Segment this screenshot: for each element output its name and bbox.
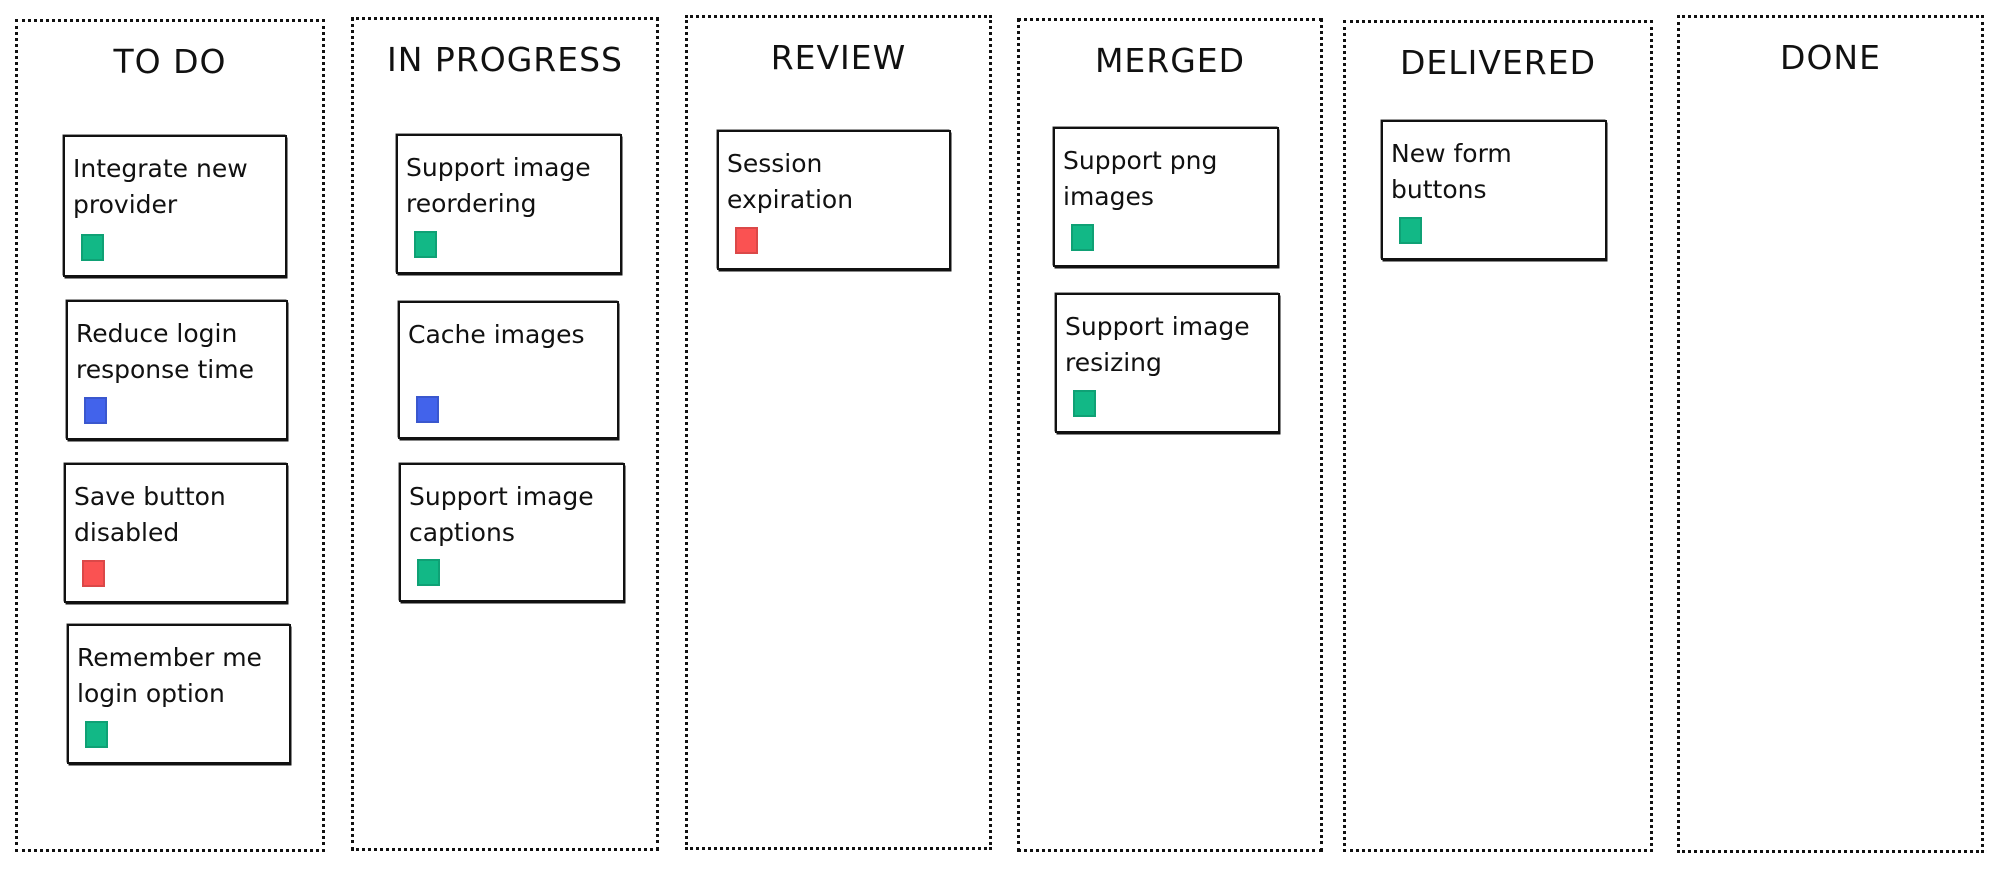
tag-blue: [416, 396, 439, 423]
card-title: Support png images: [1063, 146, 1218, 211]
card-title: Integrate new provider: [73, 154, 248, 219]
card[interactable]: Reduce login response time: [66, 300, 288, 440]
card[interactable]: Save button disabled: [64, 463, 288, 603]
column-title: DONE: [1780, 38, 1881, 77]
tag-green: [414, 231, 437, 258]
card-title: Remember me login option: [77, 643, 262, 708]
card-title: Reduce login response time: [76, 319, 254, 384]
card-title: Cache images: [408, 320, 585, 349]
card-title: Support image reordering: [406, 153, 591, 218]
card[interactable]: Support image reordering: [396, 134, 622, 274]
tag-green: [85, 721, 108, 748]
column-title: MERGED: [1094, 41, 1246, 80]
tag-red: [735, 227, 758, 254]
card[interactable]: Support png images: [1053, 127, 1279, 267]
card[interactable]: Remember me login option: [67, 624, 291, 764]
card-title: Support image captions: [409, 482, 594, 547]
card[interactable]: Session expiration: [717, 130, 951, 270]
card[interactable]: Cache images: [398, 301, 619, 439]
card[interactable]: Integrate new provider: [63, 135, 287, 277]
tag-green: [81, 234, 104, 261]
column-title: IN PROGRESS: [387, 40, 623, 79]
column-title: DELIVERED: [1400, 43, 1596, 82]
tag-green: [1071, 224, 1094, 251]
tag-blue: [84, 397, 107, 424]
tag-green: [1399, 217, 1422, 244]
card-title: Session expiration: [727, 149, 854, 214]
column-done: DONE: [1677, 15, 1984, 853]
tag-green: [417, 559, 440, 586]
column-title: REVIEW: [770, 38, 907, 77]
card[interactable]: Support image captions: [399, 463, 625, 602]
card[interactable]: Support image resizing: [1055, 293, 1280, 433]
tag-red: [82, 560, 105, 587]
card[interactable]: New form buttons: [1381, 120, 1607, 260]
column-title: TO DO: [113, 42, 227, 81]
card-title: New form buttons: [1391, 139, 1512, 204]
tag-green: [1073, 390, 1096, 417]
card-title: Support image resizing: [1065, 312, 1250, 377]
card-title: Save button disabled: [74, 482, 226, 547]
